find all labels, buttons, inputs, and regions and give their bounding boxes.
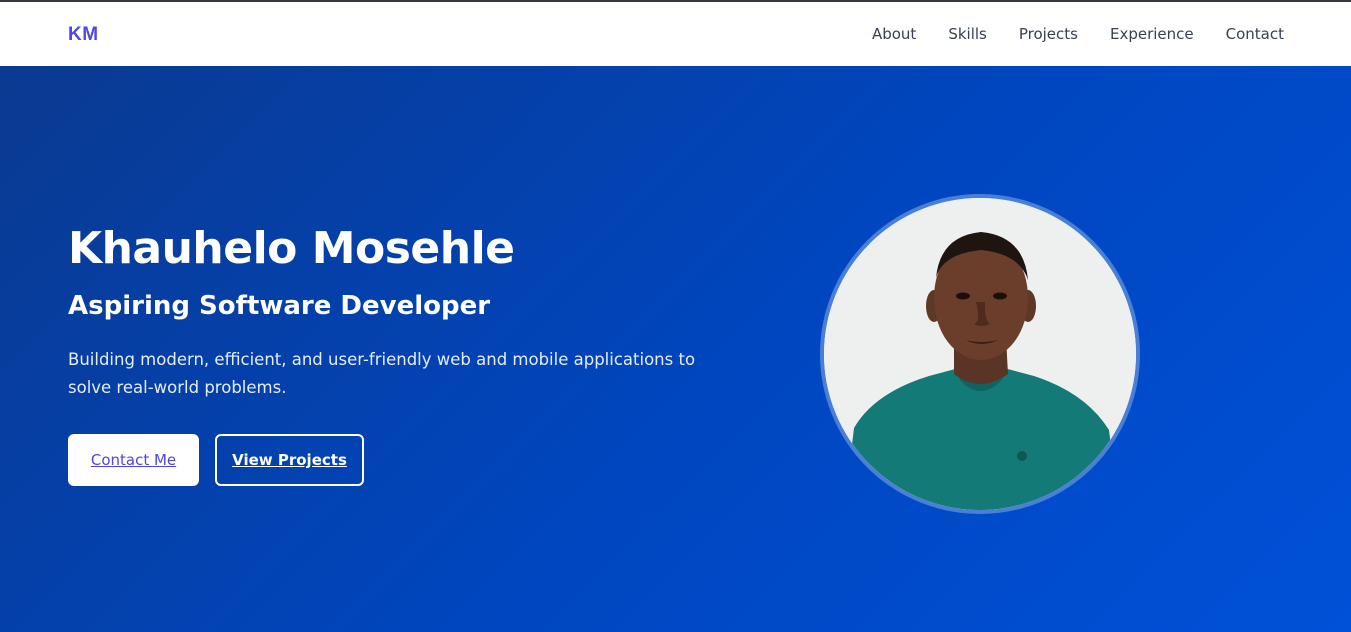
view-projects-button[interactable]: View Projects (215, 434, 364, 486)
nav-item-experience: Experience (1110, 24, 1194, 43)
nav-link-skills[interactable]: Skills (948, 25, 987, 43)
hero-description: Building modern, efficient, and user-fri… (68, 350, 696, 397)
hero-title: Aspiring Software Developer (68, 291, 491, 321)
nav-link-contact[interactable]: Contact (1226, 25, 1284, 43)
nav-link-experience[interactable]: Experience (1110, 25, 1194, 43)
profile-photo (820, 194, 1140, 514)
nav-item-projects: Projects (1019, 24, 1078, 43)
hero-section: Khauhelo Mosehle Aspiring Software Devel… (0, 66, 1351, 632)
nav-item-contact: Contact (1226, 24, 1284, 43)
nav-link-projects[interactable]: Projects (1019, 25, 1078, 43)
profile-photo-illustration (824, 198, 1136, 510)
hero-name: Khauhelo Mosehle (68, 223, 515, 274)
nav-item-about: About (872, 24, 916, 43)
nav-links: About Skills Projects Experience Contact (872, 24, 1284, 43)
contact-me-button[interactable]: Contact Me (68, 434, 199, 486)
navbar: KM About Skills Projects Experience Cont… (0, 2, 1351, 66)
nav-link-about[interactable]: About (872, 25, 916, 43)
nav-item-skills: Skills (948, 24, 987, 43)
logo[interactable]: KM (68, 24, 99, 46)
